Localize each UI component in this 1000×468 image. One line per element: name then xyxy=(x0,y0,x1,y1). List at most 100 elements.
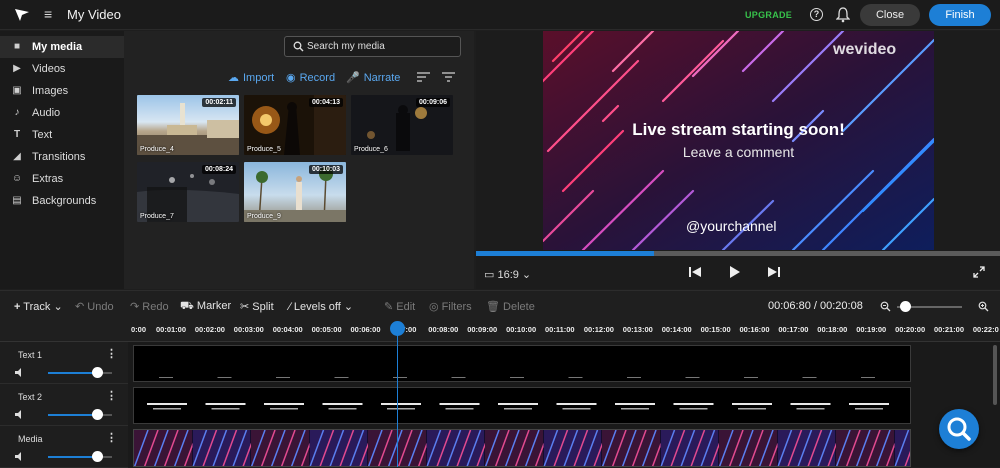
media-clip-frames xyxy=(134,430,910,466)
volume-slider-handle[interactable] xyxy=(92,451,103,462)
fullscreen-icon[interactable] xyxy=(973,266,985,278)
close-button[interactable]: Close xyxy=(860,4,920,26)
edit-button[interactable]: ✎ Edit xyxy=(384,300,415,313)
skip-back-icon[interactable] xyxy=(689,266,701,278)
pencil-icon: ✎ xyxy=(384,301,394,313)
levels-dropdown[interactable]: ∕ Levels off ⌄ xyxy=(289,300,353,313)
media-thumbnail[interactable]: 00:04:13 Produce_5 xyxy=(244,95,346,155)
marker-button[interactable]: ⛟ Marker xyxy=(180,300,231,314)
sidebar-item-audio[interactable]: ♪ Audio xyxy=(0,102,124,124)
bell-icon[interactable] xyxy=(836,7,850,23)
delete-label: Delete xyxy=(503,301,535,313)
sidebar-item-label: Transitions xyxy=(32,151,86,163)
track-header-text-2: Text 2 ⋮ xyxy=(0,384,128,426)
import-button[interactable]: ☁ Import xyxy=(228,71,274,84)
wevideo-logo-icon[interactable] xyxy=(14,7,30,23)
more-options-icon[interactable]: ⋮ xyxy=(106,389,117,402)
ruler-tick-label: 00:02:00 xyxy=(194,325,225,334)
sidebar-item-my-media[interactable]: ■ My media xyxy=(0,36,124,58)
levels-icon: ∕ xyxy=(289,301,291,313)
search-help-button[interactable] xyxy=(939,409,979,449)
text-clip-frames xyxy=(147,403,889,410)
smiley-icon: ☺ xyxy=(11,173,23,184)
narrate-button[interactable]: 🎤 Narrate xyxy=(346,71,400,84)
sidebar-item-transitions[interactable]: ◢ Transitions xyxy=(0,146,124,168)
sort-icon[interactable] xyxy=(417,72,430,82)
record-button[interactable]: ◉ Record xyxy=(286,71,335,84)
media-thumbnail[interactable]: 00:10:03 Produce_9 xyxy=(244,162,346,222)
video-preview[interactable]: wevideo Live stream starting soon! Leave… xyxy=(543,31,934,250)
menu-icon[interactable]: ≡ xyxy=(44,6,52,22)
duration-badge: 00:04:13 xyxy=(308,98,343,107)
media-thumbnail[interactable]: 00:02:11 Produce_4 xyxy=(137,95,239,155)
import-label: Import xyxy=(243,72,275,84)
zoom-in-icon[interactable] xyxy=(978,301,989,312)
text-clip-2[interactable] xyxy=(133,387,911,424)
add-track-button[interactable]: + Track ⌄ xyxy=(14,300,63,313)
ruler-tick-label: 00:21:00 xyxy=(934,325,965,334)
project-title[interactable]: My Video xyxy=(67,7,121,22)
media-thumbnail[interactable]: 00:08:24 Produce_7 xyxy=(137,162,239,222)
help-icon[interactable]: ? xyxy=(810,8,823,21)
ruler-tick-label: 00:05:00 xyxy=(311,325,342,334)
finish-button[interactable]: Finish xyxy=(929,4,991,26)
plus-icon: + xyxy=(14,301,21,313)
text-clip-1[interactable] xyxy=(133,345,911,382)
sidebar-item-backgrounds[interactable]: ▤ Backgrounds xyxy=(0,190,124,212)
frame-text-line xyxy=(381,403,421,405)
frame-text-line xyxy=(328,408,357,410)
sidebar-item-images[interactable]: ▣ Images xyxy=(0,80,124,102)
play-icon[interactable] xyxy=(729,266,741,278)
media-frame xyxy=(134,430,199,466)
music-icon: ♪ xyxy=(14,107,20,118)
ruler-tick-label: 00:01:00 xyxy=(156,325,187,334)
skip-forward-icon[interactable] xyxy=(768,266,780,278)
volume-slider-handle[interactable] xyxy=(92,409,103,420)
delete-button[interactable]: 🗑 Delete xyxy=(486,300,535,313)
frame-text-line xyxy=(627,377,641,378)
duration-badge: 00:02:11 xyxy=(202,98,236,107)
frame-text-line xyxy=(445,408,474,410)
upgrade-link[interactable]: UPGRADE xyxy=(745,10,792,20)
redo-icon: ↷ xyxy=(130,301,140,313)
frame-text-line xyxy=(217,377,232,378)
more-options-icon[interactable]: ⋮ xyxy=(106,431,117,444)
timeline-ruler[interactable]: 0:00 00:01:00 00:02:00 00:03:00 00:04:00 00:0… xyxy=(0,320,1000,342)
playback-progress-bar[interactable] xyxy=(476,251,1000,256)
search-box[interactable] xyxy=(284,36,461,57)
search-input[interactable] xyxy=(307,39,457,54)
playhead-line xyxy=(397,327,398,467)
media-clip[interactable] xyxy=(133,429,911,467)
media-frame xyxy=(309,430,375,466)
filter-icon[interactable] xyxy=(442,72,455,82)
zoom-slider-handle[interactable] xyxy=(900,301,911,312)
volume-slider-handle[interactable] xyxy=(92,367,103,378)
volume-icon[interactable] xyxy=(15,368,25,377)
frame-text-line xyxy=(147,403,187,405)
magnifier-icon xyxy=(947,417,971,441)
frame-text-line xyxy=(451,377,466,378)
playhead-handle[interactable] xyxy=(390,321,405,336)
sidebar-item-extras[interactable]: ☺ Extras xyxy=(0,168,124,190)
sidebar-item-videos[interactable]: ▶ Videos xyxy=(0,58,124,80)
redo-button[interactable]: ↷ Redo xyxy=(130,300,169,313)
aspect-ratio-selector[interactable]: ▭ 16:9 ⌄ xyxy=(484,268,531,281)
split-button[interactable]: ✂ Split xyxy=(240,300,274,313)
narrate-label: Narrate xyxy=(363,72,401,84)
frame-text-line xyxy=(679,408,708,410)
frame-text-line xyxy=(732,403,772,405)
ruler-tick-label: 00:17:00 xyxy=(778,325,809,334)
track-header-text-1: Text 1 ⋮ xyxy=(0,342,128,384)
vertical-scrollbar[interactable] xyxy=(993,345,997,405)
frame-text-line xyxy=(802,377,817,378)
volume-icon[interactable] xyxy=(15,452,25,461)
volume-icon[interactable] xyxy=(15,410,25,419)
media-thumbnail[interactable]: 00:09:06 Produce_6 xyxy=(351,95,453,155)
undo-button[interactable]: ↶ Undo xyxy=(75,300,114,313)
zoom-out-icon[interactable] xyxy=(880,301,891,312)
filters-button[interactable]: ◎ Filters xyxy=(429,300,472,313)
sidebar-item-text[interactable]: T Text xyxy=(0,124,124,146)
more-options-icon[interactable]: ⋮ xyxy=(106,347,117,360)
frame-text-line xyxy=(510,377,524,378)
media-frame xyxy=(894,430,910,466)
